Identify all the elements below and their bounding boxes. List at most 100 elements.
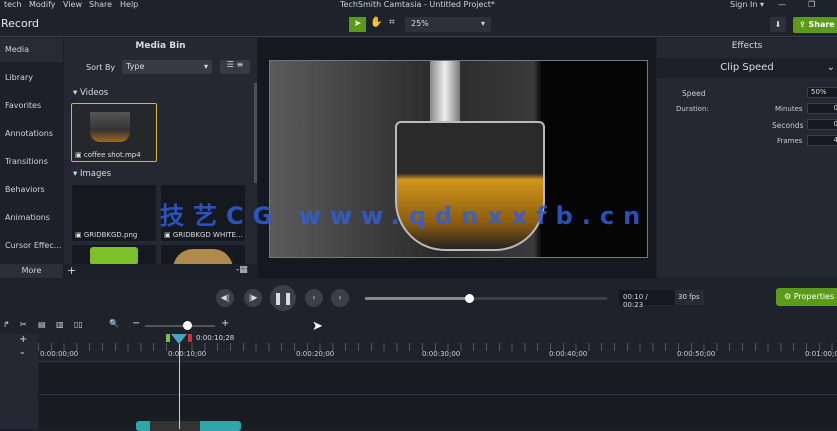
selection-start-marker[interactable] (166, 334, 170, 342)
canvas-area (258, 38, 656, 278)
copy-icon[interactable]: ▤ (38, 320, 46, 329)
split-icon[interactable]: ▯▯ (74, 320, 83, 329)
pause-icon[interactable]: ❚❚ (270, 285, 296, 311)
playhead-line (179, 344, 180, 429)
media-item-video[interactable]: ▣ coffee shot.mp4 (71, 103, 157, 162)
step-back-icon[interactable]: ◀| (216, 289, 234, 307)
scrubber-fill (365, 297, 470, 300)
menu-help[interactable]: Help (120, 0, 138, 9)
videos-label: Videos (79, 88, 109, 98)
more-button[interactable]: More (0, 264, 63, 278)
properties-panel: Effects Clip Speed ⌄ Speed 50% Duration: … (657, 38, 837, 278)
media-item-image[interactable]: ▣ GRIDBKGD.png (72, 185, 156, 241)
menu-share[interactable]: Share (89, 0, 112, 9)
tab-favorites[interactable]: Favorites (0, 101, 63, 110)
fps-display: 30 fps (675, 290, 704, 305)
next-icon[interactable]: › (331, 289, 349, 307)
tab-annotations[interactable]: Annotations (0, 129, 63, 138)
videos-header[interactable]: ▾ Videos (73, 88, 108, 98)
zoom-value: 25% (411, 19, 429, 28)
ruler-label: 0:01:00;00 (805, 350, 837, 358)
zoom-out-button[interactable]: − (132, 318, 140, 329)
watermark: 技艺CG www.qdnxxfb.cn (160, 202, 650, 230)
speed-label: Speed (682, 89, 706, 98)
media-bin-footer: + -▦ (64, 264, 257, 278)
images-header[interactable]: ▾ Images (73, 169, 111, 179)
maximize-button[interactable]: ❐ (808, 0, 815, 9)
video-filename: ▣ coffee shot.mp4 (75, 151, 141, 159)
tab-animations[interactable]: Animations (0, 213, 63, 222)
seconds-label: Seconds (772, 121, 804, 130)
menu-file[interactable]: tech (4, 0, 22, 9)
minimize-button[interactable]: — (778, 0, 786, 9)
seconds-field[interactable]: 0 (807, 119, 837, 130)
tab-behaviors[interactable]: Behaviors (0, 185, 63, 194)
video-clip[interactable] (136, 421, 241, 431)
timeline-zoom-slider[interactable] (145, 321, 215, 330)
tab-media[interactable]: Media (0, 38, 63, 62)
sort-value: Type (126, 62, 145, 71)
playback-bar: ◀| |▶ ❚❚ ‹ › 00:10 / 00:23 30 fps ⚙ Prop… (0, 279, 837, 317)
frames-field[interactable]: 4 (807, 135, 837, 146)
sort-dropdown[interactable]: Type ▾ (122, 60, 212, 74)
ruler-label: 0:00:10;00 (168, 350, 207, 358)
crop-tool-icon[interactable]: ⌗ (389, 17, 395, 28)
grid-view-icon[interactable]: -▦ (236, 265, 248, 275)
tab-library[interactable]: Library (0, 73, 63, 82)
share-button[interactable]: ⇪ Share (793, 17, 837, 33)
scrubber-handle[interactable] (465, 294, 475, 303)
add-track-button[interactable]: + (19, 334, 27, 345)
ruler-label: 0:00:20;00 (296, 350, 335, 358)
collapse-icon[interactable]: ⌄ (19, 347, 26, 356)
ruler-label: 0:00:50;00 (677, 350, 716, 358)
sort-by-label: Sort By (86, 63, 116, 72)
speed-field[interactable]: 50% (807, 87, 837, 98)
add-media-button[interactable]: + (67, 264, 76, 277)
image-filename: ▣ GRIDBKGD.png (75, 231, 138, 239)
previous-icon[interactable]: ‹ (305, 289, 323, 307)
tab-cursor-effects[interactable]: Cursor Effec... (0, 241, 63, 250)
media-item-image[interactable] (161, 245, 245, 269)
scrubber-track[interactable] (365, 294, 607, 303)
gear-icon: ⚙ (784, 292, 792, 301)
zoom-search-icon[interactable]: 🔍 (109, 319, 119, 328)
minutes-field[interactable]: 0 (807, 103, 837, 114)
zoom-dropdown[interactable]: 25% ▾ (405, 17, 491, 32)
timeline-toolbar: ↱ ✂ ▤ ▥ ▯▯ 🔍 − + ➤ (0, 318, 837, 334)
images-label: Images (79, 169, 112, 179)
menu-bar: tech Modify View Share Help TechSmith Ca… (0, 0, 837, 12)
media-item-image[interactable] (72, 245, 156, 265)
playhead-time: 0:00:10;28 (196, 334, 235, 342)
duration-label: Duration: (676, 105, 709, 113)
timeline-zoom-handle[interactable] (183, 321, 192, 330)
tab-transitions[interactable]: Transitions (0, 157, 63, 166)
pan-tool-icon[interactable]: ✋ (370, 17, 382, 28)
zoom-in-button[interactable]: + (221, 318, 229, 329)
frames-label: Frames (777, 137, 803, 145)
paste-icon[interactable]: ▥ (56, 320, 64, 329)
clip-thumbnail (150, 421, 200, 431)
menu-modify[interactable]: Modify (29, 0, 56, 9)
step-forward-icon[interactable]: |▶ (244, 289, 262, 307)
left-tab-bar: Media Library Favorites Annotations Tran… (0, 38, 63, 278)
menu-view[interactable]: View (63, 0, 82, 9)
time-display: 00:10 / 00:23 (619, 290, 674, 309)
select-tool-icon[interactable]: ➤ (349, 17, 366, 32)
record-button[interactable]: Record (1, 17, 39, 30)
clip-speed-header[interactable]: Clip Speed ⌄ (657, 58, 837, 78)
toolbar: Record ➤ ✋ ⌗ 25% ▾ ⬇ ⇪ Share (0, 12, 837, 37)
mouse-cursor-icon: ➤ (312, 319, 323, 334)
clip-speed-title: Clip Speed (720, 62, 774, 73)
redo-icon[interactable]: ↱ (3, 320, 10, 329)
cut-icon[interactable]: ✂ (20, 320, 27, 329)
ruler-label: 0:00:00;00 (40, 350, 79, 358)
media-bin-scrollbar[interactable] (254, 83, 257, 183)
video-thumbnail (90, 112, 130, 142)
ruler-label: 0:00:40;00 (549, 350, 588, 358)
timeline-tracks (38, 363, 837, 431)
list-view-icon[interactable]: ☰ ≡ (220, 60, 250, 74)
properties-button[interactable]: ⚙ Properties (776, 288, 837, 306)
selection-end-marker[interactable] (188, 334, 192, 342)
sign-in-button[interactable]: Sign In ▾ (730, 0, 764, 9)
download-icon[interactable]: ⬇ (770, 17, 786, 32)
